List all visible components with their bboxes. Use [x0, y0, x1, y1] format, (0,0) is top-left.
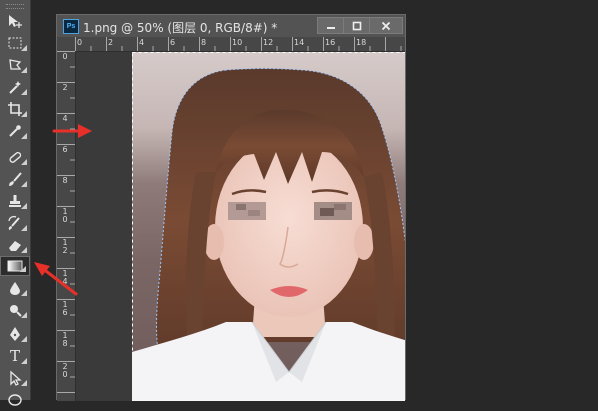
brush-tool-icon[interactable]	[0, 168, 30, 190]
document-canvas[interactable]	[76, 52, 405, 401]
red-arrow-icon	[34, 262, 78, 296]
pen-tool-icon[interactable]	[0, 323, 30, 345]
document-titlebar[interactable]: Ps 1.png @ 50% (图层 0, RGB/8#) *	[57, 15, 405, 38]
minimize-button[interactable]	[317, 17, 345, 34]
eyedropper-tool-icon[interactable]	[0, 120, 30, 142]
horizontal-ruler-ticks	[75, 37, 402, 51]
ellipse-tool-icon[interactable]	[0, 389, 30, 411]
red-arrow-icon	[52, 124, 92, 138]
healing-brush-tool-icon[interactable]	[0, 146, 30, 168]
type-tool-icon[interactable]: T	[0, 345, 30, 367]
history-brush-tool-icon[interactable]	[0, 212, 30, 234]
ruler-origin[interactable]	[57, 37, 76, 52]
crop-tool-icon[interactable]	[0, 98, 30, 120]
photoshop-logo-icon: Ps	[63, 19, 79, 34]
close-button[interactable]	[369, 17, 403, 34]
horizontal-ruler[interactable]: 0 2 4 6 8 10 12 14 16 18	[75, 37, 405, 52]
close-icon	[381, 21, 391, 30]
tools-panel: T	[0, 0, 31, 406]
lasso-tool-icon[interactable]	[0, 54, 30, 76]
vertical-ruler[interactable]: 0 2 4 6 8 10 12 14 16 18 20	[57, 51, 76, 401]
maximize-icon	[352, 21, 362, 30]
minimize-icon	[327, 26, 335, 29]
path-selection-tool-icon[interactable]	[0, 367, 30, 389]
vertical-ruler-ticks	[57, 51, 75, 393]
blur-tool-icon[interactable]	[0, 277, 30, 299]
panel-grip[interactable]	[6, 4, 24, 9]
rectangular-marquee-tool-icon[interactable]	[0, 32, 30, 54]
document-window: Ps 1.png @ 50% (图层 0, RGB/8#) * 0 2 4 6 …	[56, 14, 406, 401]
gradient-tool-icon[interactable]	[0, 256, 30, 276]
move-tool-icon[interactable]	[0, 10, 30, 32]
portrait-photo[interactable]	[76, 52, 405, 401]
document-title: 1.png @ 50% (图层 0, RGB/8#) *	[83, 21, 278, 35]
magic-wand-tool-icon[interactable]	[0, 76, 30, 98]
maximize-button[interactable]	[343, 17, 371, 34]
clone-stamp-tool-icon[interactable]	[0, 190, 30, 212]
dodge-tool-icon[interactable]	[0, 299, 30, 321]
eraser-tool-icon[interactable]	[0, 234, 30, 256]
